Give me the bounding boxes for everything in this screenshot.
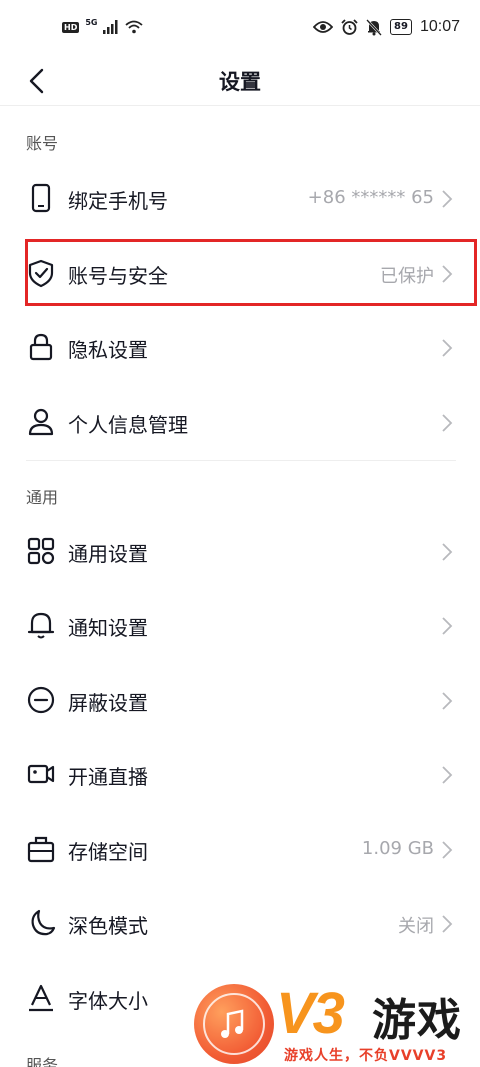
row-storage[interactable]: 存储空间 1.09 GB: [0, 812, 480, 886]
person-icon: [28, 408, 54, 436]
row-block-settings[interactable]: 屏蔽设置: [0, 663, 480, 737]
chevron-right-icon: [442, 617, 453, 635]
row-label: 隐私设置: [68, 338, 148, 362]
signal-icon: [103, 20, 118, 34]
chevron-right-icon: [442, 915, 453, 933]
status-bar: HD 5G 89 10:07: [0, 0, 480, 56]
chevron-right-icon: [442, 543, 453, 561]
v3-watermark-logo: V3 游戏 游戏人生，不负VVVV3: [192, 980, 480, 1067]
chevron-right-icon: [442, 766, 453, 784]
row-label: 通知设置: [68, 616, 148, 640]
row-label: 绑定手机号: [68, 189, 168, 213]
section-title-general: 通用: [26, 488, 59, 507]
phone-icon: [31, 183, 51, 213]
battery-icon: 89: [390, 19, 412, 35]
chevron-right-icon: [442, 841, 453, 859]
row-bind-phone[interactable]: 绑定手机号 +86 ****** 65: [0, 161, 480, 235]
storage-box-icon: [27, 836, 55, 863]
watermark-slogan: 游戏人生，不负VVVV3: [284, 1048, 448, 1064]
storage-size-value: 1.09 GB: [361, 838, 434, 859]
chevron-right-icon: [442, 339, 453, 357]
status-right: 89 10:07: [313, 18, 460, 36]
lock-icon: [29, 333, 53, 361]
video-camera-icon: [27, 764, 55, 784]
mute-bell-icon: [366, 18, 382, 36]
row-label: 屏蔽设置: [68, 691, 148, 715]
watermark-brand: V3: [276, 981, 345, 1046]
dark-mode-value: 关闭: [398, 916, 434, 937]
row-label: 开通直播: [68, 765, 148, 789]
row-label: 个人信息管理: [68, 413, 188, 437]
chevron-right-icon: [442, 692, 453, 710]
row-privacy-settings[interactable]: 隐私设置: [0, 310, 480, 384]
music-note-icon: [194, 984, 274, 1064]
phone-number-value: +86 ****** 65: [307, 187, 434, 208]
row-personal-info[interactable]: 个人信息管理: [0, 385, 480, 459]
status-left: HD 5G: [62, 17, 144, 34]
watermark-brand-cn: 游戏: [372, 995, 462, 1046]
section-divider: [26, 460, 456, 461]
bell-icon: [27, 612, 55, 639]
clock: 10:07: [419, 18, 460, 35]
highlight-annotation: [25, 239, 477, 306]
grid-icon: [27, 537, 55, 565]
section-title-account: 账号: [26, 134, 59, 153]
network-label: 5G: [85, 17, 98, 27]
row-dark-mode[interactable]: 深色模式 关闭: [0, 886, 480, 960]
wifi-icon: [125, 20, 144, 34]
row-notification-settings[interactable]: 通知设置: [0, 588, 480, 662]
block-icon: [27, 686, 55, 714]
row-label: 字体大小: [68, 989, 148, 1013]
row-start-live[interactable]: 开通直播: [0, 737, 480, 811]
row-label: 存储空间: [68, 840, 148, 864]
eye-icon: [313, 21, 334, 33]
page-title: 设置: [219, 70, 261, 94]
row-label: 通用设置: [68, 542, 148, 566]
font-size-icon: [29, 984, 53, 1012]
row-general-settings[interactable]: 通用设置: [0, 514, 480, 588]
nav-bar: 设置: [0, 56, 480, 106]
row-label: 深色模式: [68, 914, 148, 938]
section-title-service-partial: 服务: [26, 1056, 59, 1067]
chevron-right-icon: [442, 414, 453, 432]
moon-icon: [31, 909, 56, 936]
chevron-right-icon: [442, 190, 453, 208]
alarm-icon: [341, 18, 358, 35]
hd-badge: HD: [62, 21, 80, 33]
